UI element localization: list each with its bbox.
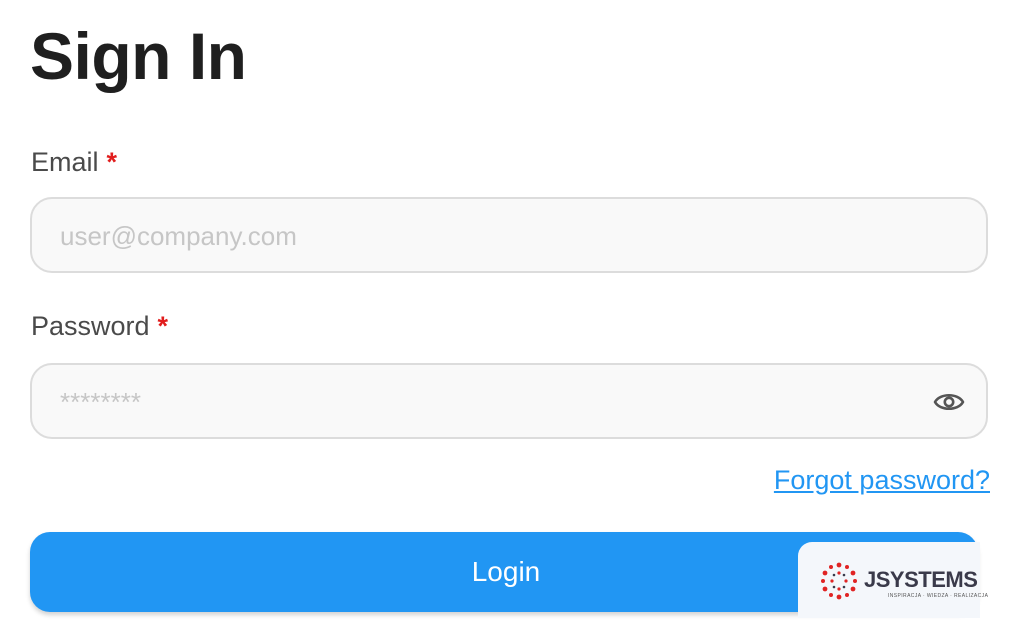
email-required-marker: *	[106, 147, 118, 177]
password-label-text: Password	[31, 311, 150, 341]
forgot-password-link[interactable]: Forgot password?	[774, 463, 990, 497]
logo-wordmark: JSYSTEMS	[864, 567, 978, 592]
password-label: Password *	[31, 309, 168, 343]
sign-in-page: Sign In Email* Password* Forgot password…	[0, 0, 1016, 644]
jsystems-logo: JSYSTEMS INSPIRACJA · WIEDZA · REALIZACJ…	[798, 542, 988, 618]
password-input[interactable]	[58, 365, 922, 439]
jsystems-dots-icon	[821, 562, 857, 600]
email-label-text: Email	[31, 147, 99, 177]
password-field-wrapper	[30, 363, 988, 439]
eye-icon	[933, 393, 965, 411]
email-input[interactable]	[58, 199, 922, 273]
password-required-marker: *	[157, 311, 169, 341]
page-title: Sign In	[30, 19, 247, 93]
email-label: Email *	[31, 145, 117, 179]
show-password-toggle[interactable]	[932, 387, 966, 417]
logo-tagline: INSPIRACJA · WIEDZA · REALIZACJA	[888, 593, 989, 599]
email-field-wrapper	[30, 197, 988, 273]
